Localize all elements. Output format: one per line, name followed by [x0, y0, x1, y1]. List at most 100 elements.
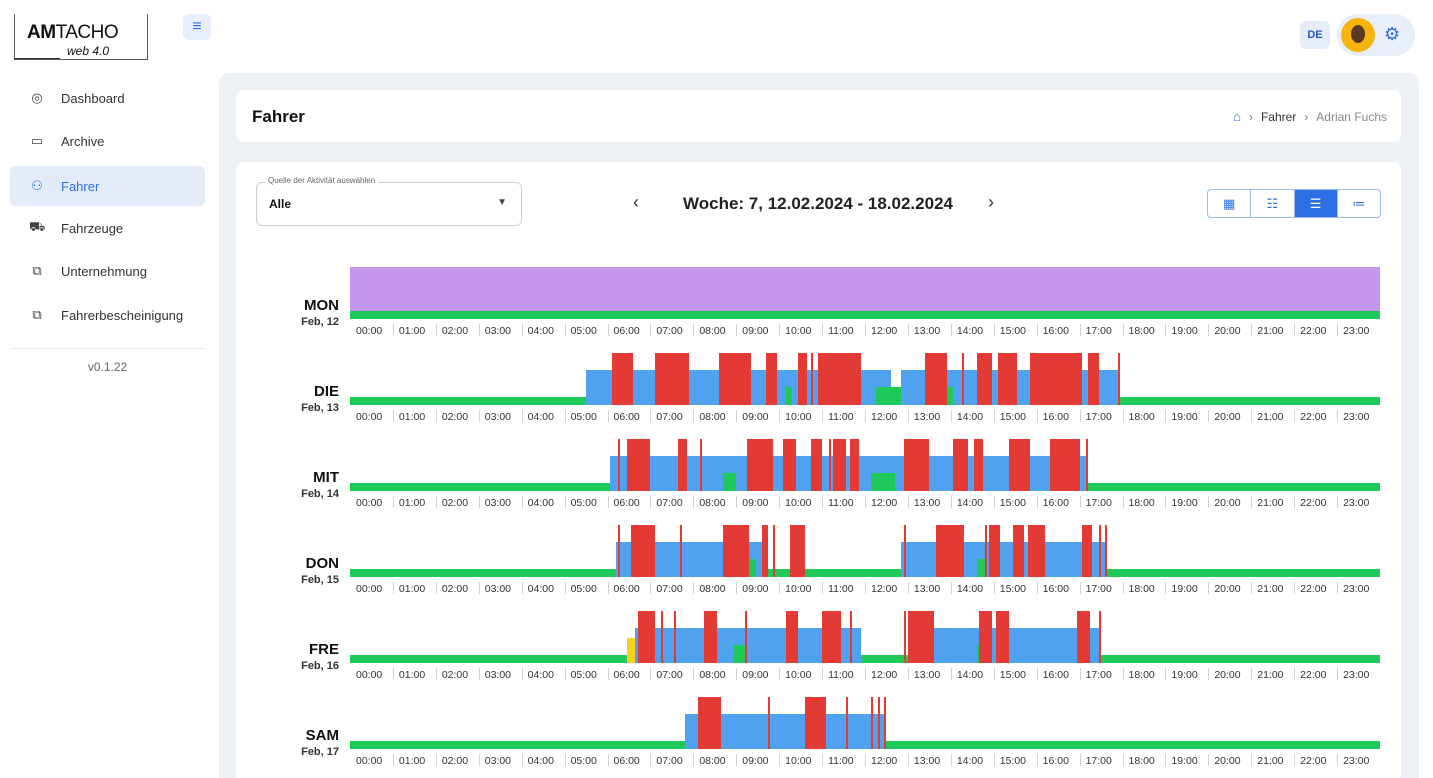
logo-subtitle: web 4.0: [67, 44, 110, 58]
drive-bar[interactable]: [611, 353, 634, 405]
rest-bar[interactable]: [785, 387, 793, 405]
hour-divider: [650, 410, 652, 422]
drive-bar[interactable]: [989, 525, 1001, 577]
hour-divider: [950, 410, 952, 422]
previous-week-button[interactable]: ‹: [633, 192, 639, 213]
drive-marker: [1105, 525, 1108, 577]
drive-bar[interactable]: [849, 439, 859, 491]
sidebar-divider: [10, 348, 205, 349]
drive-bar[interactable]: [798, 353, 808, 405]
breadcrumb-item[interactable]: Fahrer: [1261, 110, 1296, 124]
drive-bar[interactable]: [631, 525, 655, 577]
drive-bar[interactable]: [697, 697, 722, 749]
drive-bar[interactable]: [817, 353, 861, 405]
rest-bar[interactable]: [875, 387, 902, 405]
hour-divider: [822, 496, 824, 508]
sidebar-item-archive[interactable]: ▭ Archive: [10, 121, 205, 161]
compact-view-button[interactable]: ☷: [1251, 190, 1295, 217]
hour-tick-label: 08:00: [699, 497, 726, 509]
rest-bar[interactable]: [871, 473, 896, 491]
drive-bar[interactable]: [998, 353, 1018, 405]
hour-divider: [650, 496, 652, 508]
hour-divider: [865, 754, 866, 766]
drive-marker: [903, 525, 906, 577]
drive-bar[interactable]: [746, 439, 773, 491]
drive-bar[interactable]: [1028, 525, 1046, 577]
drive-bar[interactable]: [995, 611, 1009, 663]
drive-bar[interactable]: [766, 353, 777, 405]
drive-bar[interactable]: [978, 611, 992, 663]
hour-tick-label: 17:00: [1085, 325, 1112, 337]
rest-bar[interactable]: [723, 473, 737, 491]
home-icon[interactable]: ⌂: [1233, 109, 1241, 124]
drive-bar[interactable]: [639, 611, 655, 663]
hour-tick-label: 14:00: [956, 583, 984, 595]
logo-underline: [14, 58, 60, 59]
avatar[interactable]: [1341, 18, 1375, 52]
sidebar-item-unternehmung[interactable]: ⧉ Unternehmung: [10, 251, 205, 291]
menu-toggle-button[interactable]: ≡: [183, 14, 211, 40]
grid-view-button[interactable]: ▦: [1208, 190, 1252, 217]
sidebar-item-fahrer[interactable]: ⚇ Fahrer: [10, 166, 205, 206]
drive-bar[interactable]: [976, 353, 992, 405]
drive-bar[interactable]: [654, 353, 690, 405]
day-label: SAM Feb, 17: [236, 727, 339, 758]
sidebar-item-fahrzeuge[interactable]: ⛟ Fahrzeuge: [10, 208, 205, 248]
hour-divider: [1122, 668, 1124, 680]
drive-bar[interactable]: [1008, 439, 1031, 491]
drive-bar[interactable]: [804, 697, 827, 749]
hour-tick-label: 02:00: [441, 497, 469, 509]
hour-tick-label: 12:00: [871, 669, 898, 681]
list-view-button[interactable]: ≔: [1338, 190, 1380, 217]
drive-bar[interactable]: [1030, 353, 1082, 405]
drive-bar[interactable]: [1013, 525, 1024, 577]
drive-bar[interactable]: [704, 611, 717, 663]
drive-bar[interactable]: [811, 439, 823, 491]
day-name: MON: [304, 297, 339, 314]
drive-bar[interactable]: [785, 611, 799, 663]
hour-tick-label: 09:00: [742, 411, 769, 423]
drive-bar[interactable]: [626, 439, 651, 491]
drive-bar[interactable]: [822, 611, 842, 663]
work-bar[interactable]: [901, 542, 1106, 577]
drive-marker: [1086, 439, 1089, 491]
drive-bar[interactable]: [1077, 611, 1091, 663]
app-logo[interactable]: AMTACHO web 4.0: [14, 14, 148, 60]
hour-tick-label: 07:00: [656, 497, 683, 509]
drive-bar[interactable]: [935, 525, 964, 577]
drive-bar[interactable]: [723, 525, 750, 577]
ferry-bar[interactable]: [626, 638, 636, 663]
hour-divider: [736, 324, 738, 336]
hour-tick-label: 19:00: [1171, 497, 1198, 509]
drive-bar[interactable]: [1081, 525, 1093, 577]
hour-tick-label: 02:00: [441, 669, 469, 681]
drive-bar[interactable]: [903, 439, 930, 491]
drive-bar[interactable]: [678, 439, 687, 491]
hour-tick-label: 14:00: [956, 325, 984, 337]
hour-divider: [865, 668, 866, 680]
unknown-activity-bar[interactable]: [350, 267, 1380, 311]
next-week-button[interactable]: ›: [988, 192, 994, 213]
drive-bar[interactable]: [907, 611, 934, 663]
drive-bar[interactable]: [925, 353, 947, 405]
drive-bar[interactable]: [789, 525, 805, 577]
rest-bar[interactable]: [976, 559, 986, 577]
drive-bar[interactable]: [832, 439, 846, 491]
timeline-view-button[interactable]: ☰: [1294, 190, 1338, 217]
user-menu[interactable]: ⚙: [1337, 14, 1415, 56]
drive-bar[interactable]: [762, 525, 769, 577]
activity-source-select[interactable]: Quelle der Aktivität auswählen Alle ▼: [256, 176, 522, 226]
hour-tick-label: 15:00: [999, 755, 1027, 767]
drive-marker: [985, 525, 988, 577]
drive-bar[interactable]: [1049, 439, 1080, 491]
sidebar-item-fahrerbescheinigung[interactable]: ⧉ Fahrerbescheinigung: [10, 295, 205, 335]
drive-bar[interactable]: [783, 439, 797, 491]
gear-icon[interactable]: ⚙: [1384, 24, 1400, 45]
sidebar-item-dashboard[interactable]: ◎ Dashboard: [10, 78, 205, 118]
hour-divider: [478, 410, 480, 422]
drive-bar[interactable]: [974, 439, 984, 491]
language-button[interactable]: DE: [1300, 21, 1330, 49]
hour-divider: [1165, 754, 1167, 766]
drive-bar[interactable]: [952, 439, 968, 491]
drive-bar[interactable]: [1088, 353, 1099, 405]
